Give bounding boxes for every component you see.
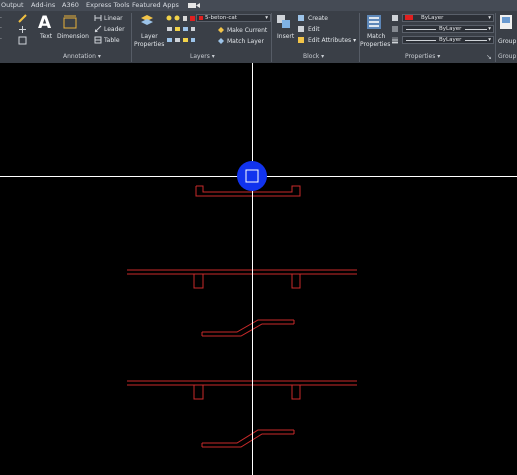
color-icon	[392, 15, 398, 21]
annotation-panel-title-text: Annotation	[63, 53, 96, 60]
edit-attributes-label: Edit Attributes	[308, 37, 352, 44]
layer-dropdown[interactable]: 5-beton-cat ▾	[196, 14, 271, 22]
pencil-icon[interactable]	[18, 14, 27, 23]
make-current-icon	[218, 27, 224, 33]
groups-panel-title[interactable]: Group	[498, 52, 516, 62]
layer-properties-label-2: Properties	[134, 41, 165, 48]
cut-off-label: ·	[0, 25, 2, 32]
grip-highlight-icon	[237, 161, 267, 191]
linetype-dropdown-value: ByLayer	[439, 26, 462, 32]
annotation-panel-title[interactable]: Annotation ▾	[63, 52, 101, 62]
properties-panel-title[interactable]: Properties ▾	[405, 52, 440, 62]
linear-dimension-icon	[94, 15, 102, 21]
layer-tools-icons[interactable]	[166, 25, 196, 33]
layer-color-swatch	[199, 16, 203, 20]
crosshair-cursor	[0, 63, 517, 475]
tab-output[interactable]: Output	[1, 1, 24, 9]
stair-step-1[interactable]	[201, 319, 295, 337]
video-icon[interactable]	[187, 2, 201, 9]
match-layer-button[interactable]: Match Layer	[227, 38, 264, 45]
match-properties-label-2: Properties	[360, 41, 391, 48]
linetype-sample-tail	[465, 29, 487, 30]
edit-block-icon	[298, 26, 304, 32]
drawing-canvas[interactable]	[0, 63, 517, 475]
section-drawing[interactable]	[127, 185, 357, 448]
ribbon: · · · A Text Dimension Linear Leader Tab…	[0, 11, 517, 63]
lineweight-dropdown-value: ByLayer	[439, 37, 462, 43]
linetype-sample	[406, 29, 436, 30]
lineweight-icon	[392, 37, 398, 44]
insert-button-label: Insert	[277, 33, 295, 40]
lineweight-sample	[406, 40, 436, 41]
block-panel-title[interactable]: Block ▾	[303, 52, 324, 62]
dimension-button-label: Dimension	[57, 33, 89, 40]
group-icon	[500, 15, 512, 29]
properties-panel-title-text: Properties	[405, 53, 436, 60]
floor-slab-2[interactable]	[127, 380, 357, 400]
linetype-icon	[392, 26, 398, 32]
table-icon	[94, 36, 102, 44]
panel-separator	[271, 13, 272, 62]
chevron-down-icon: ▾	[488, 15, 491, 21]
insert-block-icon	[277, 15, 290, 28]
move-icon[interactable]	[18, 25, 27, 34]
chevron-down-icon: ▾	[488, 37, 491, 43]
layer-dropdown-value: 5-beton-cat	[205, 15, 237, 21]
ribbon-tab-bar: Output Add-ins A360 Express Tools Featur…	[0, 0, 517, 11]
group-button-label: Group	[498, 38, 517, 45]
create-block-button[interactable]: Create	[308, 15, 328, 22]
layer-state-icons	[166, 15, 195, 21]
make-current-button[interactable]: Make Current	[227, 27, 267, 34]
linetype-dropdown[interactable]: ByLayer ▾	[402, 25, 494, 33]
panel-separator	[495, 13, 496, 62]
layer-tools-icons-2[interactable]	[166, 36, 196, 44]
create-block-icon	[298, 15, 304, 21]
chevron-down-icon: ▾	[265, 15, 268, 21]
layer-stack-icon	[141, 15, 153, 25]
dimension-icon	[63, 15, 77, 29]
edit-block-button[interactable]: Edit	[308, 26, 320, 33]
floor-slab-1[interactable]	[127, 269, 357, 289]
tab-featured-apps[interactable]: Featured Apps	[132, 1, 179, 9]
layer-properties-label-1: Layer	[141, 33, 158, 40]
properties-panel-launcher-icon[interactable]: ↘	[486, 52, 492, 62]
stair-step-2[interactable]	[201, 429, 295, 448]
match-layer-icon	[218, 38, 224, 44]
cut-off-label: ·	[0, 15, 2, 22]
text-button-label: Text	[40, 33, 53, 40]
layers-panel-title-text: Layers	[190, 53, 210, 60]
layers-panel-title[interactable]: Layers ▾	[190, 52, 215, 62]
edit-attributes-icon	[298, 37, 304, 43]
color-dropdown-value: ByLayer	[421, 15, 444, 21]
panel-separator	[131, 13, 132, 62]
cut-off-label: ·	[0, 36, 2, 43]
text-a-icon: A	[38, 13, 52, 33]
drawing-area[interactable]	[0, 63, 517, 475]
leader-icon	[94, 25, 102, 33]
chevron-down-icon: ▾	[488, 26, 491, 32]
match-properties-icon	[367, 15, 381, 29]
leader-button[interactable]: Leader	[104, 26, 125, 33]
lineweight-dropdown[interactable]: ByLayer ▾	[402, 36, 494, 44]
edit-attributes-button[interactable]: Edit Attributes ▾	[308, 37, 356, 44]
panel-separator	[359, 13, 360, 62]
tab-add-ins[interactable]: Add-ins	[31, 1, 55, 9]
linear-button[interactable]: Linear	[104, 15, 123, 22]
color-dropdown[interactable]: ByLayer ▾	[402, 14, 494, 22]
tab-a360[interactable]: A360	[62, 1, 79, 9]
autocad-window: Output Add-ins A360 Express Tools Featur…	[0, 0, 517, 475]
table-button[interactable]: Table	[104, 37, 120, 44]
lineweight-sample-tail	[465, 40, 487, 41]
tab-express-tools[interactable]: Express Tools	[86, 1, 129, 9]
block-panel-title-text: Block	[303, 53, 320, 60]
match-properties-label-1: Match	[367, 33, 386, 40]
color-swatch	[405, 15, 413, 20]
stretch-icon[interactable]	[18, 36, 27, 45]
